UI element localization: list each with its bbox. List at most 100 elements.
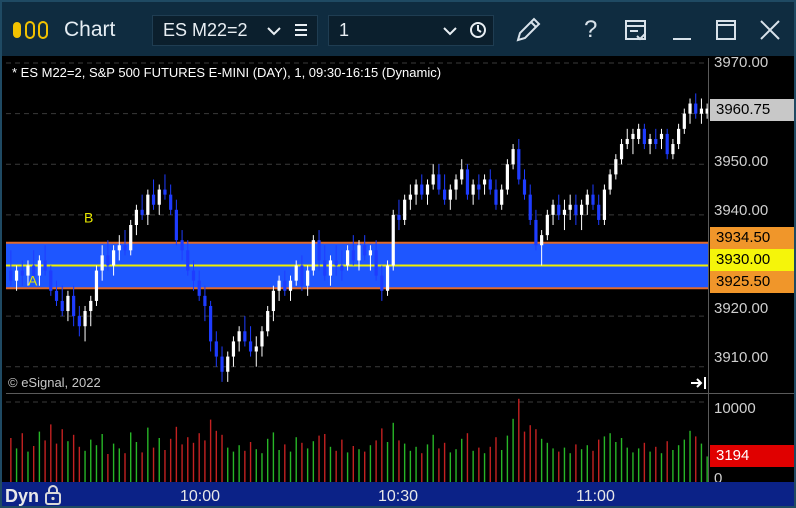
range-low-label: 3925.50: [710, 271, 794, 293]
candle-body: [9, 270, 13, 281]
minimize-icon[interactable]: [666, 14, 698, 46]
candle-body: [300, 265, 304, 286]
candle-body: [420, 184, 424, 195]
candle-body: [243, 331, 247, 342]
lock-icon[interactable]: [43, 484, 63, 506]
candle-body: [357, 245, 361, 261]
candle-body: [534, 219, 538, 246]
dynamic-mode-label[interactable]: Dyn: [5, 486, 39, 506]
candle-body: [591, 194, 595, 205]
candle-body: [677, 128, 681, 145]
close-icon[interactable]: [754, 14, 786, 46]
price-chart-svg: AB: [6, 62, 709, 382]
candle-body: [454, 179, 458, 190]
candle-body: [482, 179, 487, 185]
candle-body: [345, 250, 350, 266]
candle-body: [579, 204, 584, 215]
last-volume-label: 3194: [710, 445, 794, 467]
window-list-icon[interactable]: [620, 14, 652, 46]
candle-body: [403, 199, 407, 220]
candle-body: [631, 133, 635, 139]
candle-body: [460, 169, 464, 180]
price-tick-label: 3940.00: [714, 202, 769, 219]
candle-body: [197, 280, 201, 296]
pencil-icon[interactable]: [512, 14, 544, 46]
interval-dropdown[interactable]: 1: [328, 15, 494, 46]
scroll-to-end-icon[interactable]: [690, 376, 708, 390]
volume-tick-label: 10000: [714, 400, 756, 417]
maximize-icon[interactable]: [710, 14, 742, 46]
candle-body: [123, 245, 127, 251]
candle-body: [511, 149, 515, 165]
candle-body: [271, 290, 275, 312]
chevron-down-icon[interactable]: [266, 26, 282, 36]
candle-body: [334, 260, 338, 266]
price-tick-label: 3910.00: [714, 349, 769, 366]
candle-body: [20, 270, 24, 276]
symbol-value: ES M22=2: [163, 20, 248, 40]
candle-body: [72, 295, 76, 317]
candle-body: [311, 240, 315, 271]
candle-body: [602, 189, 607, 220]
candle-body: [688, 103, 692, 114]
candle-body: [254, 346, 258, 352]
volume-chart-svg[interactable]: [6, 394, 708, 482]
candle-body: [659, 133, 664, 139]
candle-body: [471, 184, 475, 195]
candle-body: [351, 250, 355, 261]
candle-body: [49, 270, 53, 291]
candle-body: [431, 174, 435, 185]
candle-body: [191, 270, 196, 281]
candle-body: [266, 311, 270, 332]
chevron-down-icon[interactable]: [442, 26, 458, 36]
time-axis-bar[interactable]: Dyn 10:00 10:30 11:00: [2, 482, 794, 506]
candle-body: [374, 250, 378, 276]
candle-body: [465, 169, 470, 195]
symbol-dropdown[interactable]: ES M22=2: [152, 15, 318, 46]
candle-body: [614, 159, 618, 175]
candle-body: [699, 108, 704, 114]
chart-window: Chart ES M22=2 1 ? AB * ES M22=2, S&P 50…: [0, 0, 796, 508]
candle-body: [619, 144, 624, 160]
time-tick-label: 10:00: [180, 488, 221, 505]
candle-body: [117, 245, 121, 251]
candle-body: [671, 144, 675, 155]
candle-body: [83, 311, 87, 327]
candle-body: [37, 260, 41, 276]
candle-body: [437, 174, 441, 190]
candle-body: [585, 194, 589, 205]
candle-body: [608, 174, 612, 190]
candle-body: [66, 295, 70, 312]
candle-body: [625, 138, 629, 145]
range-mid-label: 3930.00: [710, 249, 794, 271]
candle-body: [111, 250, 116, 266]
candle-body: [637, 128, 641, 139]
candle-body: [397, 214, 401, 220]
candle-body: [425, 184, 430, 195]
clock-icon[interactable]: [469, 21, 487, 39]
candle-body: [368, 250, 373, 256]
candle-body: [694, 103, 698, 114]
candle-body: [248, 341, 253, 352]
window-title: Chart: [64, 18, 116, 41]
axis-divider: [708, 58, 709, 482]
candle-body: [140, 209, 144, 215]
annotation-label: B: [84, 209, 93, 225]
interval-value: 1: [339, 20, 350, 40]
time-tick-label: 11:00: [576, 488, 615, 505]
candle-body: [89, 300, 93, 312]
candle-body: [129, 225, 133, 251]
candle-body: [505, 164, 509, 190]
candle-body: [385, 265, 390, 291]
candle-body: [528, 194, 532, 220]
price-pane[interactable]: AB * ES M22=2, S&P 500 FUTURES E-MINI (D…: [6, 58, 709, 392]
candle-body: [169, 194, 173, 210]
help-icon[interactable]: ?: [584, 16, 597, 44]
candle-body: [180, 240, 184, 251]
candle-body: [477, 184, 481, 190]
price-tick-label: 3970.00: [714, 54, 769, 71]
pane-divider[interactable]: [6, 393, 794, 394]
time-tick-label: 10:30: [378, 488, 419, 505]
menu-lines-icon[interactable]: [293, 22, 309, 38]
candle-body: [323, 260, 327, 276]
